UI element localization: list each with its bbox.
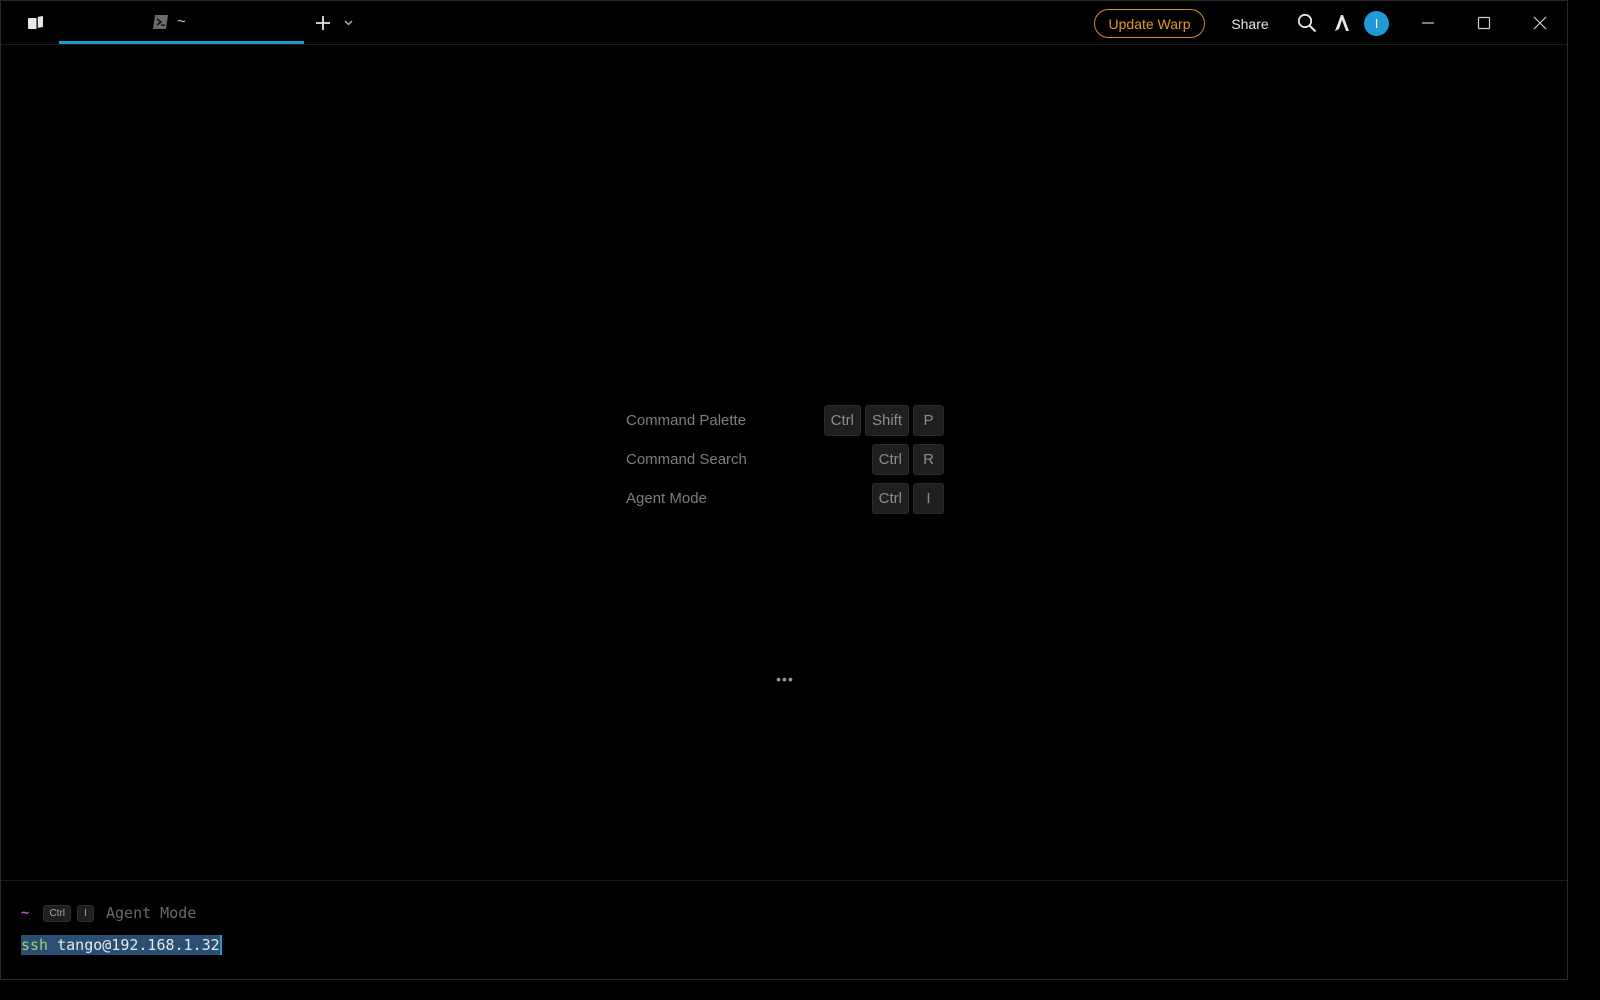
shortcut-hints: Command Palette Ctrl Shift P Command Sea… [626, 405, 946, 522]
share-button[interactable]: Share [1222, 9, 1278, 38]
hint-label: Agent Mode [626, 490, 707, 507]
search-button[interactable] [1295, 11, 1319, 35]
keycap: Ctrl [871, 444, 909, 475]
new-tab-button[interactable] [311, 11, 335, 35]
key-combo: Ctrl I [871, 483, 944, 514]
sidebar-icon [28, 16, 43, 29]
hint-command-search[interactable]: Command Search Ctrl R [626, 444, 946, 483]
tab-menu-button[interactable] [339, 13, 357, 33]
tab-title: ~ [177, 13, 186, 30]
key-combo: Ctrl Shift P [823, 405, 944, 436]
command-input-area[interactable]: ~ Ctrl I Agent Mode ssh tango@192.168.1.… [1, 880, 1567, 981]
maximize-button[interactable] [1467, 8, 1501, 38]
hint-command-palette[interactable]: Command Palette Ctrl Shift P [626, 405, 946, 444]
active-tab-indicator [59, 41, 304, 44]
command-args: tango@192.168.1.32 [48, 936, 220, 954]
update-warp-button[interactable]: Update Warp [1094, 9, 1205, 38]
warp-window: ~ Update Warp Share I Command Palette Ct… [0, 0, 1568, 980]
sidebar-toggle-button[interactable] [23, 11, 49, 35]
minimize-icon [1422, 22, 1434, 24]
hint-agent-mode[interactable]: Agent Mode Ctrl I [626, 483, 946, 522]
keycap: I [913, 483, 944, 514]
key-combo: Ctrl R [871, 444, 944, 475]
plus-icon [316, 16, 330, 30]
command-input[interactable]: ssh tango@192.168.1.32 [21, 934, 222, 956]
minimize-button[interactable] [1411, 8, 1445, 38]
keycap: Ctrl [43, 904, 71, 922]
agent-mode-hint[interactable]: Agent Mode [106, 904, 196, 922]
keycap: P [913, 405, 944, 436]
powershell-icon [153, 15, 168, 29]
hint-label: Command Search [626, 451, 747, 468]
keycap: Shift [864, 405, 909, 436]
title-bar: ~ Update Warp Share I [1, 1, 1567, 45]
maximize-icon [1477, 16, 1491, 30]
prompt-directory: ~ [21, 905, 30, 921]
tab-home[interactable]: ~ [59, 1, 304, 44]
chevron-down-icon [344, 20, 352, 26]
keycap: R [913, 444, 944, 475]
command-name: ssh [21, 936, 49, 954]
keycap: Ctrl [871, 483, 909, 514]
prompt-line: ~ Ctrl I Agent Mode [21, 903, 196, 923]
keycap: Ctrl [823, 405, 861, 436]
search-icon [1297, 13, 1317, 33]
user-avatar[interactable]: I [1364, 11, 1389, 36]
keycap: I [77, 904, 94, 922]
text-cursor [219, 935, 222, 955]
close-icon [1533, 16, 1547, 30]
close-button[interactable] [1523, 8, 1557, 38]
hint-label: Command Palette [626, 412, 747, 429]
selected-command-text: ssh tango@192.168.1.32 [21, 935, 220, 955]
warp-ai-button[interactable] [1331, 11, 1353, 35]
loading-indicator: ••• [776, 671, 794, 687]
warp-logo-icon [1335, 15, 1349, 31]
